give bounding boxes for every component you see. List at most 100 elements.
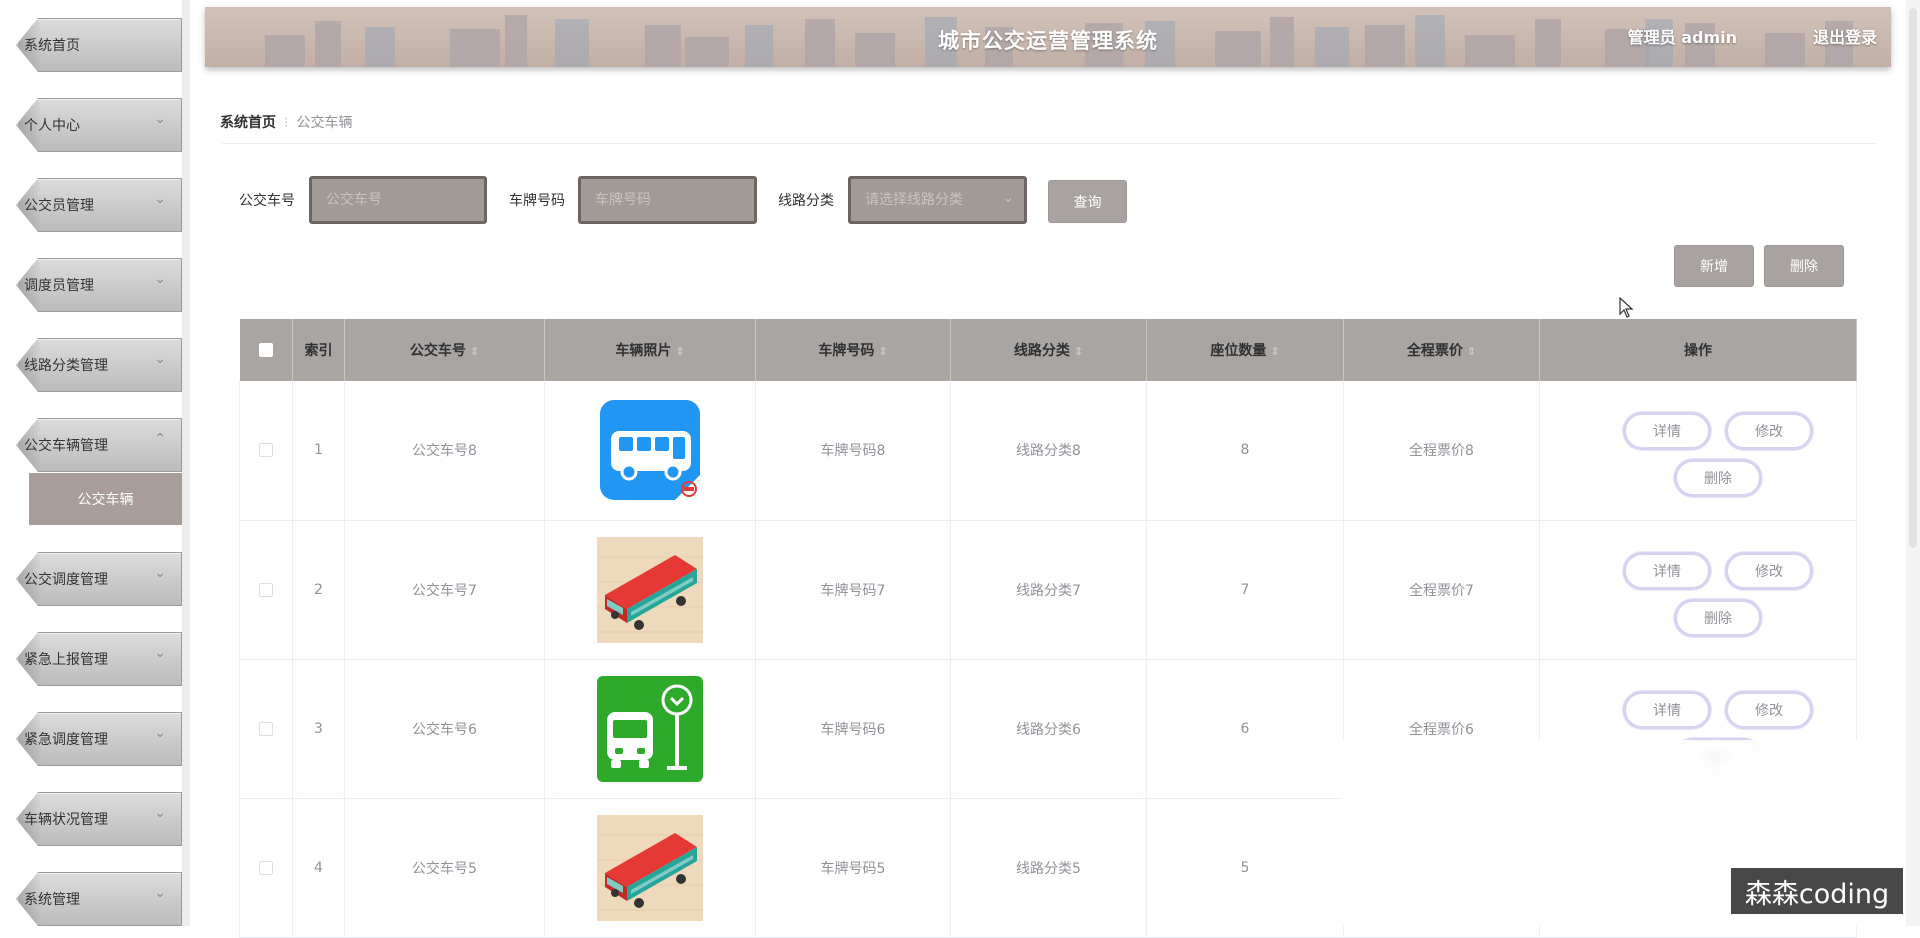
select-cell	[239, 381, 293, 521]
batch-delete-button[interactable]: 删除	[1764, 245, 1844, 287]
route-select[interactable]: ⌄	[848, 176, 1027, 224]
breadcrumb-separator: ⁝	[284, 115, 289, 131]
photo-cell	[544, 659, 756, 799]
chevron-up-icon: ⌃	[154, 431, 166, 447]
seats-cell: 5	[1146, 798, 1344, 938]
plate-cell: 车牌号码6	[755, 659, 951, 799]
edit-button[interactable]: 修改	[1725, 690, 1813, 729]
menu-item-vehicle-status-mgmt[interactable]: 车辆状况管理 ⌄	[8, 792, 182, 846]
column-header-fare[interactable]: 全程票价 ⇕	[1343, 319, 1540, 381]
chevron-down-icon: ⌄	[154, 191, 166, 207]
watermark: 森森coding	[1731, 868, 1903, 914]
route-cell: 线路分类7	[950, 520, 1147, 660]
menu-item-driver-mgmt[interactable]: 公交员管理 ⌄	[8, 178, 182, 232]
row-checkbox[interactable]	[259, 443, 273, 458]
menu-item-bus-dispatch-mgmt[interactable]: 公交调度管理 ⌄	[8, 552, 182, 606]
sort-icon[interactable]: ⇕	[675, 345, 684, 358]
seats-cell: 6	[1146, 659, 1344, 799]
select-all-checkbox[interactable]	[258, 343, 273, 357]
plate-cell: 车牌号码5	[755, 798, 951, 938]
delete-button[interactable]: 删除	[1674, 598, 1762, 637]
menu-item-dispatcher-mgmt[interactable]: 调度员管理 ⌄	[8, 258, 182, 312]
menu-item-profile[interactable]: 个人中心 ⌄	[8, 98, 182, 152]
route-cell: 线路分类6	[950, 659, 1147, 799]
photo-cell	[544, 381, 756, 521]
column-header-label: 全程票价	[1406, 343, 1463, 359]
actions-cell: 详情 修改 删除	[1539, 520, 1857, 660]
page-scrollbar[interactable]	[1906, 0, 1920, 926]
column-header-index: 索引	[292, 319, 345, 381]
column-header-label: 线路分类	[1013, 343, 1070, 359]
column-header-photo[interactable]: 车辆照片 ⇕	[544, 319, 756, 381]
menu-label: 紧急上报管理	[24, 652, 108, 668]
detail-button[interactable]: 详情	[1623, 551, 1711, 590]
table-header-row: 索引 公交车号 ⇕ 车辆照片 ⇕ 车牌号码 ⇕ 线路分类 ⇕ 座位数量 ⇕ 全程票价 ⇕ 操…	[239, 319, 1857, 381]
sort-icon[interactable]: ⇕	[1270, 345, 1279, 358]
chevron-down-icon: ⌄	[154, 645, 166, 661]
plate-field	[578, 176, 757, 224]
chevron-down-icon: ⌄	[154, 111, 166, 127]
menu-item-system-mgmt[interactable]: 系统管理 ⌄	[8, 872, 182, 926]
row-checkbox[interactable]	[259, 721, 273, 736]
route-label: 线路分类	[778, 193, 834, 209]
column-header-label: 车辆照片	[615, 343, 672, 359]
mouse-cursor-icon	[1619, 297, 1634, 318]
menu-label: 调度员管理	[24, 278, 94, 294]
menu-item-emergency-dispatch-mgmt[interactable]: 紧急调度管理 ⌄	[8, 712, 182, 766]
menu-label: 个人中心	[24, 118, 80, 134]
sort-icon[interactable]: ⇕	[878, 345, 887, 358]
column-header-bus-no[interactable]: 公交车号 ⇕	[344, 319, 545, 381]
row-checkbox[interactable]	[259, 860, 273, 875]
sort-icon[interactable]: ⇕	[470, 345, 479, 358]
scrollbar-thumb[interactable]	[1909, 8, 1917, 548]
index-cell: 2	[292, 520, 345, 660]
menu-item-bus-vehicle-mgmt[interactable]: 公交车辆管理 ⌃	[8, 418, 182, 472]
column-header-label: 操作	[1684, 343, 1712, 359]
bus-no-cell: 公交车号6	[344, 659, 545, 799]
column-header-label: 索引	[304, 343, 333, 359]
table-row: 1 公交车号8 车牌号码8 线路分类8 8 全程票价8 详情 修改 删除	[239, 381, 1857, 521]
bus-no-label: 公交车号	[239, 193, 295, 209]
row-checkbox[interactable]	[259, 582, 273, 597]
route-cell: 线路分类8	[950, 381, 1147, 521]
column-header-plate[interactable]: 车牌号码 ⇕	[755, 319, 951, 381]
detail-button[interactable]: 详情	[1623, 412, 1711, 451]
red-bus-isometric-icon[interactable]	[597, 536, 703, 643]
sort-icon[interactable]: ⇕	[1074, 345, 1083, 358]
route-select-input[interactable]	[863, 179, 1012, 221]
menu-item-home[interactable]: 系统首页	[8, 18, 182, 72]
fare-cell: 全程票价7	[1343, 520, 1540, 660]
plate-cell: 车牌号码8	[755, 381, 951, 521]
query-button[interactable]: 查询	[1048, 180, 1127, 223]
column-header-seats[interactable]: 座位数量 ⇕	[1146, 319, 1344, 381]
plate-cell: 车牌号码7	[755, 520, 951, 660]
red-bus-isometric-icon[interactable]	[597, 814, 703, 921]
edit-button[interactable]: 修改	[1725, 551, 1813, 590]
green-bus-stop-icon[interactable]	[597, 675, 703, 782]
seats-cell: 8	[1146, 381, 1344, 521]
menu-item-emergency-report-mgmt[interactable]: 紧急上报管理 ⌄	[8, 632, 182, 686]
edit-button[interactable]: 修改	[1725, 412, 1813, 451]
sort-icon[interactable]: ⇕	[1467, 345, 1476, 358]
seats-cell: 7	[1146, 520, 1344, 660]
blue-bus-app-icon[interactable]	[597, 397, 703, 503]
menu-label: 线路分类管理	[24, 358, 108, 374]
current-user: 管理员 admin	[1627, 28, 1737, 47]
menu-item-route-category-mgmt[interactable]: 线路分类管理 ⌄	[8, 338, 182, 392]
detail-button[interactable]: 详情	[1623, 690, 1711, 729]
column-header-label: 公交车号	[409, 343, 466, 359]
logout-link[interactable]: 退出登录	[1813, 24, 1877, 48]
select-all-cell	[239, 319, 293, 381]
bus-no-cell: 公交车号7	[344, 520, 545, 660]
photo-cell	[544, 798, 756, 938]
row-actions: 详情 修改 删除	[1623, 400, 1813, 500]
breadcrumb-home[interactable]: 系统首页	[220, 115, 276, 131]
sidebar-subitem-bus-vehicle[interactable]: 公交车辆	[29, 473, 182, 525]
bus-no-input[interactable]	[324, 179, 472, 221]
plate-input[interactable]	[593, 179, 742, 221]
select-cell	[239, 798, 293, 938]
delete-button[interactable]: 删除	[1674, 459, 1762, 498]
divider	[222, 143, 1876, 144]
column-header-route[interactable]: 线路分类 ⇕	[950, 319, 1147, 381]
add-button[interactable]: 新增	[1674, 245, 1754, 287]
